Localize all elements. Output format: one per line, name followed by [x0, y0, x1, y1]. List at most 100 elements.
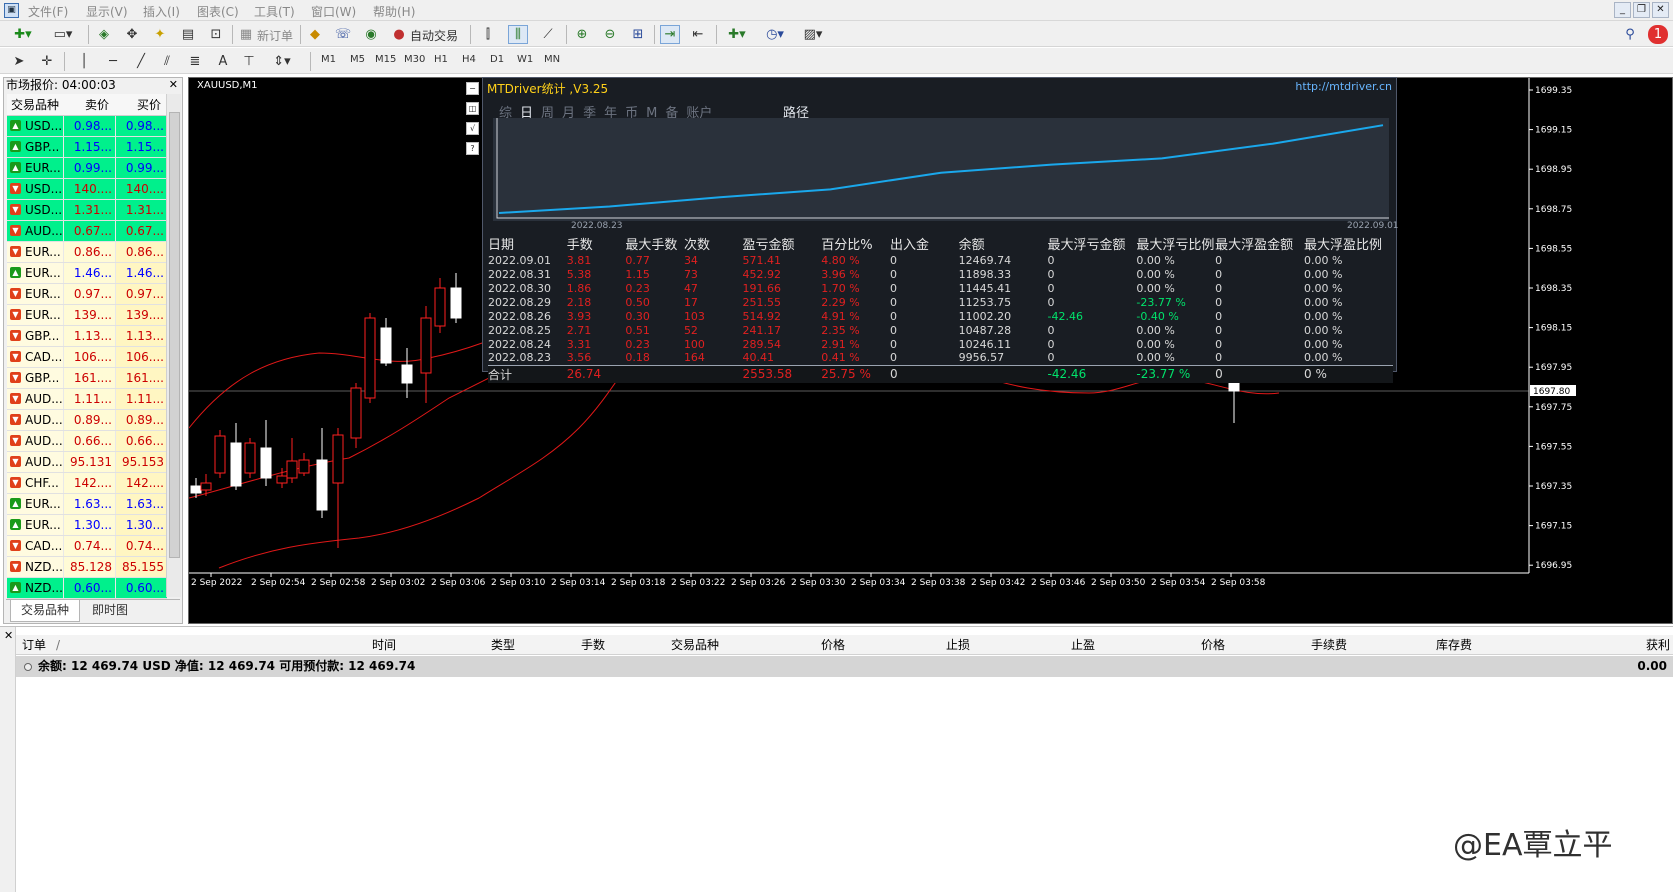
menu-tools[interactable]: 工具(T) — [254, 3, 295, 20]
menu-charts[interactable]: 图表(C) — [197, 3, 239, 20]
market-watch-row[interactable]: ▼ AUD... 0.89... 0.89... — [7, 410, 167, 431]
trendline-icon[interactable]: ╱ — [132, 52, 150, 71]
tf-m5[interactable]: M5 — [350, 54, 365, 65]
col-type[interactable]: 类型 — [491, 635, 515, 655]
tf-h4[interactable]: H4 — [462, 54, 476, 65]
market-watch-row[interactable]: ▲ GBP... 1.15... 1.15... — [7, 137, 167, 158]
panel-move-icon[interactable]: ◫ — [466, 102, 479, 115]
market-watch-row[interactable]: ▲ NZD... 0.60... 0.60... — [7, 578, 167, 599]
data-window-icon[interactable]: ✦ — [150, 25, 170, 44]
candlestick-icon[interactable]: ⫼ — [508, 25, 528, 44]
tf-m30[interactable]: M30 — [404, 54, 425, 65]
chart-shift-icon[interactable]: ⇤ — [688, 25, 708, 44]
horizontal-line-icon[interactable]: ─ — [104, 52, 122, 71]
col-tp[interactable]: 止盈 — [1071, 635, 1095, 655]
market-watch-row[interactable]: ▼ EUR... 0.97... 0.97... — [7, 284, 167, 305]
market-watch-row[interactable]: ▼ USD... 1.31... 1.31... — [7, 200, 167, 221]
line-chart-icon[interactable]: ⟋ — [538, 25, 558, 44]
tf-mn[interactable]: MN — [544, 54, 560, 65]
notifications-icon[interactable]: 1 — [1648, 25, 1668, 44]
col-sl[interactable]: 止损 — [946, 635, 970, 655]
col-price[interactable]: 价格 — [821, 635, 845, 655]
market-watch-row[interactable]: ▼ CAD... 0.74... 0.74... — [7, 536, 167, 557]
market-watch-row[interactable]: ▼ AUD... 0.66... 0.66... — [7, 431, 167, 452]
tf-d1[interactable]: D1 — [490, 54, 504, 65]
menu-insert[interactable]: 插入(I) — [143, 3, 180, 20]
market-watch-row[interactable]: ▲ EUR... 1.46... 1.46... — [7, 263, 167, 284]
navigator-icon[interactable]: ✥ — [122, 25, 142, 44]
fibonacci-icon[interactable]: ≣ — [186, 52, 204, 71]
market-watch-row[interactable]: ▼ GBP... 161.... 161.... — [7, 368, 167, 389]
market-watch-row[interactable]: ▼ AUD... 95.131 95.153 — [7, 452, 167, 473]
auto-trading-button[interactable]: 自动交易 — [410, 27, 458, 44]
new-order-button[interactable]: 新订单 — [257, 27, 293, 44]
close-icon[interactable]: ✕ — [1652, 2, 1669, 18]
auto-scroll-icon[interactable]: ⇥ — [660, 25, 680, 44]
col-ask[interactable]: 买价 — [115, 94, 167, 115]
vertical-line-icon[interactable]: │ — [76, 52, 92, 71]
panel-help-icon[interactable]: ? — [466, 142, 479, 155]
zoom-in-icon[interactable]: ⊕ — [572, 25, 592, 44]
new-order-icon[interactable]: ▦ — [238, 25, 254, 44]
text-icon[interactable]: A — [214, 52, 232, 71]
search-icon[interactable]: ⚲ — [1620, 25, 1640, 44]
tab-symbols[interactable]: 交易品种 — [10, 600, 81, 622]
profiles-icon[interactable]: ▭▾ — [48, 25, 78, 44]
col-commission[interactable]: 手续费 — [1311, 635, 1347, 655]
minimize-icon[interactable]: _ — [1614, 2, 1631, 18]
menu-file[interactable]: 文件(F) — [28, 3, 68, 20]
market-watch-row[interactable]: ▼ AUD... 0.67... 0.67... — [7, 221, 167, 242]
periods-icon[interactable]: ◷▾ — [760, 25, 790, 44]
label-icon[interactable]: ⊤ — [240, 52, 258, 71]
panel-minimize-icon[interactable]: − — [466, 82, 479, 95]
col-profit[interactable]: 获利 — [1646, 635, 1670, 655]
terminal-icon[interactable]: ▤ — [178, 25, 198, 44]
market-watch-icon[interactable]: ◈ — [94, 25, 114, 44]
market-watch-row[interactable]: ▲ USD... 0.98... 0.98... — [7, 116, 167, 137]
col-time[interactable]: 时间 — [372, 635, 396, 655]
templates-icon[interactable]: ▨▾ — [798, 25, 828, 44]
scroll-thumb[interactable] — [169, 112, 180, 558]
auto-trading-icon[interactable]: ● — [390, 25, 408, 44]
community-icon[interactable]: ☏ — [334, 25, 352, 44]
market-watch-row[interactable]: ▼ EUR... 0.86... 0.86... — [7, 242, 167, 263]
tf-w1[interactable]: W1 — [517, 54, 533, 65]
panel-check-icon[interactable]: √ — [466, 122, 479, 135]
crosshair-icon[interactable]: ✛ — [38, 52, 56, 71]
menu-window[interactable]: 窗口(W) — [311, 3, 356, 20]
metaeditor-icon[interactable]: ◆ — [306, 25, 324, 44]
channel-icon[interactable]: ⫽ — [158, 52, 176, 71]
tf-m15[interactable]: M15 — [375, 54, 396, 65]
tf-m1[interactable]: M1 — [321, 54, 336, 65]
restore-icon[interactable]: ❐ — [1633, 2, 1650, 18]
arrows-icon[interactable]: ⇕▾ — [268, 52, 296, 71]
tile-windows-icon[interactable]: ⊞ — [628, 25, 648, 44]
tf-h1[interactable]: H1 — [434, 54, 448, 65]
market-watch-row[interactable]: ▼ USD... 140.... 140.... — [7, 179, 167, 200]
col-symbol[interactable]: 交易品种 — [671, 635, 719, 655]
market-watch-scrollbar[interactable] — [166, 94, 181, 597]
tab-tick-chart[interactable]: 即时图 — [82, 600, 138, 622]
menu-view[interactable]: 显示(V) — [86, 3, 128, 20]
menu-help[interactable]: 帮助(H) — [373, 3, 415, 20]
market-watch-row[interactable]: ▼ GBP... 1.13... 1.13... — [7, 326, 167, 347]
market-watch-close-icon[interactable]: ✕ — [169, 78, 178, 91]
bar-chart-icon[interactable]: ⫿ — [478, 25, 498, 44]
signals-icon[interactable]: ◉ — [362, 25, 380, 44]
market-watch-row[interactable]: ▲ EUR... 0.99... 0.99... — [7, 158, 167, 179]
market-watch-row[interactable]: ▼ NZD... 85.128 85.155 — [7, 557, 167, 578]
indicators-icon[interactable]: ✚▾ — [722, 25, 752, 44]
new-chart-icon[interactable]: ✚▾ — [8, 25, 38, 44]
market-watch-row[interactable]: ▼ EUR... 139.... 139.... — [7, 305, 167, 326]
strategy-tester-icon[interactable]: ⊡ — [206, 25, 226, 44]
cursor-icon[interactable]: ➤ — [10, 52, 28, 71]
zoom-out-icon[interactable]: ⊖ — [600, 25, 620, 44]
col-symbol[interactable]: 交易品种 — [7, 94, 63, 115]
market-watch-row[interactable]: ▼ AUD... 1.11... 1.11... — [7, 389, 167, 410]
market-watch-row[interactable]: ▼ CHF... 142.... 142.... — [7, 473, 167, 494]
col-lots[interactable]: 手数 — [581, 635, 605, 655]
col-swap[interactable]: 库存费 — [1436, 635, 1472, 655]
market-watch-row[interactable]: ▲ EUR... 1.30... 1.30... — [7, 515, 167, 536]
terminal-close-icon[interactable]: ✕ — [4, 629, 13, 642]
market-watch-row[interactable]: ▲ EUR... 1.63... 1.63... — [7, 494, 167, 515]
